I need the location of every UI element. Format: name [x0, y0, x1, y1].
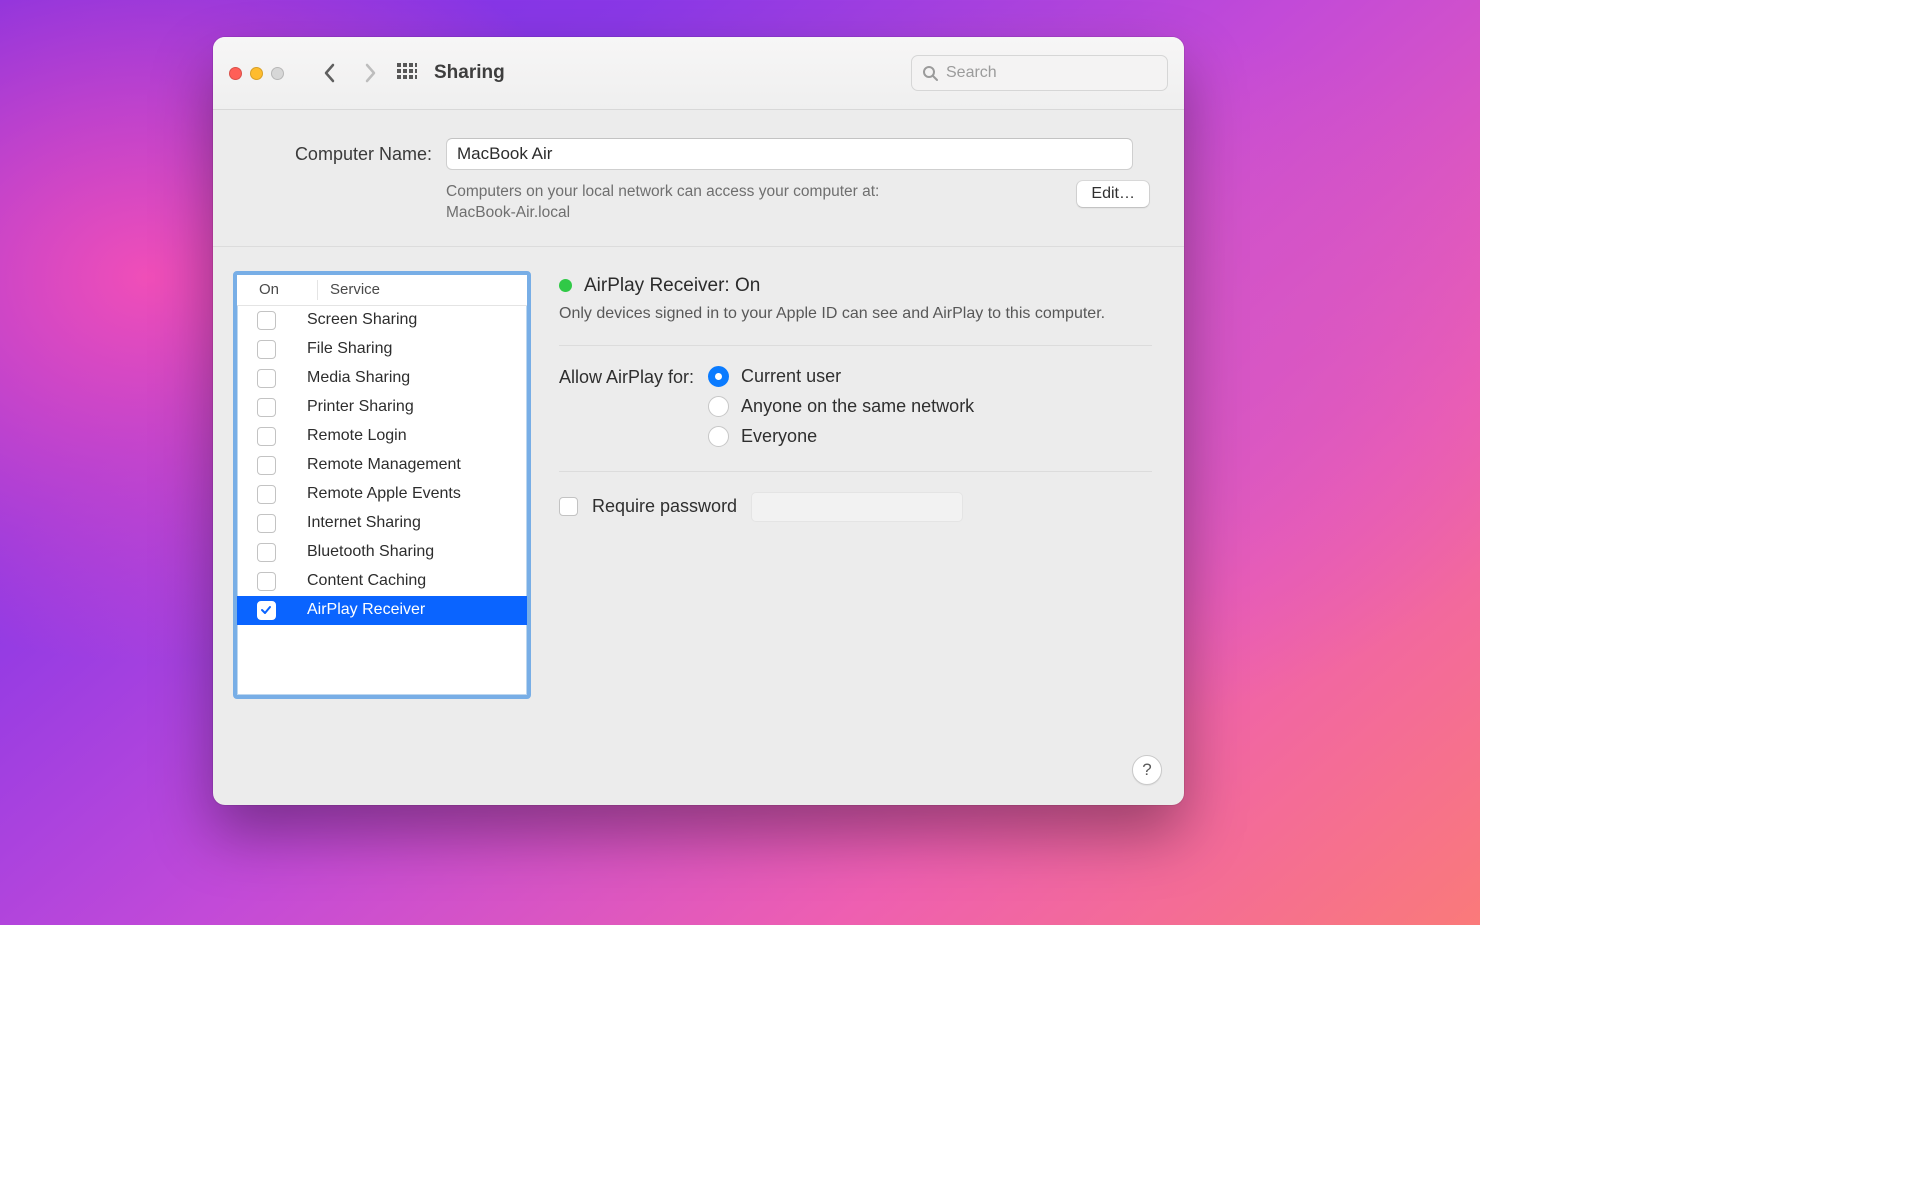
service-checkbox[interactable]: [257, 340, 276, 359]
service-checkbox[interactable]: [257, 572, 276, 591]
computer-name-section: Computer Name: MacBook Air Computers on …: [213, 110, 1184, 247]
table-row[interactable]: File Sharing: [237, 335, 527, 364]
table-row[interactable]: Content Caching: [237, 567, 527, 596]
back-button[interactable]: [310, 63, 350, 83]
table-row[interactable]: Media Sharing: [237, 364, 527, 393]
search-icon: [922, 65, 938, 81]
radio-button[interactable]: [708, 396, 729, 417]
close-icon[interactable]: [229, 67, 242, 80]
service-checkbox[interactable]: [257, 601, 276, 620]
service-checkbox[interactable]: [257, 456, 276, 475]
radio-label: Current user: [741, 366, 841, 387]
computer-name-label: Computer Name:: [247, 144, 432, 165]
table-row[interactable]: Bluetooth Sharing: [237, 538, 527, 567]
zoom-icon[interactable]: [271, 67, 284, 80]
service-name: Printer Sharing: [295, 398, 414, 416]
service-name: File Sharing: [295, 340, 392, 358]
help-icon: ?: [1142, 760, 1151, 780]
computer-name-field[interactable]: MacBook Air: [446, 138, 1133, 170]
service-checkbox[interactable]: [257, 369, 276, 388]
window-controls: [229, 67, 284, 80]
require-password-checkbox[interactable]: [559, 497, 578, 516]
show-all-button[interactable]: [390, 63, 424, 83]
chevron-left-icon: [323, 63, 337, 83]
detail-panel: AirPlay Receiver: On Only devices signed…: [559, 271, 1152, 781]
service-name: Screen Sharing: [295, 311, 417, 329]
status-description: Only devices signed in to your Apple ID …: [559, 305, 1152, 323]
service-name: Internet Sharing: [295, 514, 421, 532]
status-title: AirPlay Receiver: On: [584, 275, 760, 297]
radio-option[interactable]: Current user: [708, 366, 974, 387]
grid-icon: [397, 63, 417, 83]
computer-access-description: Computers on your local network can acce…: [446, 178, 1062, 224]
help-button[interactable]: ?: [1132, 755, 1162, 785]
divider: [559, 471, 1152, 472]
table-row[interactable]: Remote Login: [237, 422, 527, 451]
table-row[interactable]: Internet Sharing: [237, 509, 527, 538]
service-name: Remote Apple Events: [295, 485, 461, 503]
search-placeholder: Search: [946, 64, 997, 82]
table-row[interactable]: Screen Sharing: [237, 306, 527, 335]
status-indicator-icon: [559, 279, 572, 292]
table-row[interactable]: Remote Management: [237, 451, 527, 480]
table-row[interactable]: AirPlay Receiver: [237, 596, 527, 625]
service-name: Bluetooth Sharing: [295, 543, 434, 561]
forward-button[interactable]: [350, 63, 390, 83]
column-on: On: [237, 281, 317, 298]
preferences-window: Sharing Search Computer Name: MacBook Ai…: [213, 37, 1184, 805]
service-name: AirPlay Receiver: [295, 601, 425, 619]
titlebar: Sharing Search: [213, 37, 1184, 110]
service-checkbox[interactable]: [257, 398, 276, 417]
check-icon: [260, 604, 272, 616]
chevron-right-icon: [363, 63, 377, 83]
table-header: On Service: [237, 275, 527, 306]
minimize-icon[interactable]: [250, 67, 263, 80]
table-row[interactable]: Printer Sharing: [237, 393, 527, 422]
password-field[interactable]: [751, 492, 963, 522]
radio-button[interactable]: [708, 426, 729, 447]
table-row[interactable]: Remote Apple Events: [237, 480, 527, 509]
search-input[interactable]: Search: [911, 55, 1168, 91]
radio-label: Everyone: [741, 426, 817, 447]
allow-airplay-label: Allow AirPlay for:: [559, 366, 694, 447]
service-checkbox[interactable]: [257, 543, 276, 562]
service-checkbox[interactable]: [257, 485, 276, 504]
radio-option[interactable]: Everyone: [708, 426, 974, 447]
divider: [559, 345, 1152, 346]
service-name: Remote Management: [295, 456, 461, 474]
column-service: Service: [317, 280, 380, 300]
window-title: Sharing: [434, 62, 505, 84]
service-checkbox[interactable]: [257, 427, 276, 446]
radio-option[interactable]: Anyone on the same network: [708, 396, 974, 417]
service-name: Remote Login: [295, 427, 407, 445]
computer-name-value: MacBook Air: [457, 144, 552, 164]
service-name: Media Sharing: [295, 369, 410, 387]
service-name: Content Caching: [295, 572, 426, 590]
services-table[interactable]: On Service Screen Sharing File Sharing Med…: [233, 271, 531, 699]
radio-button[interactable]: [708, 366, 729, 387]
radio-label: Anyone on the same network: [741, 396, 974, 417]
service-checkbox[interactable]: [257, 514, 276, 533]
require-password-label: Require password: [592, 496, 737, 517]
edit-button[interactable]: Edit…: [1076, 180, 1150, 208]
service-checkbox[interactable]: [257, 311, 276, 330]
